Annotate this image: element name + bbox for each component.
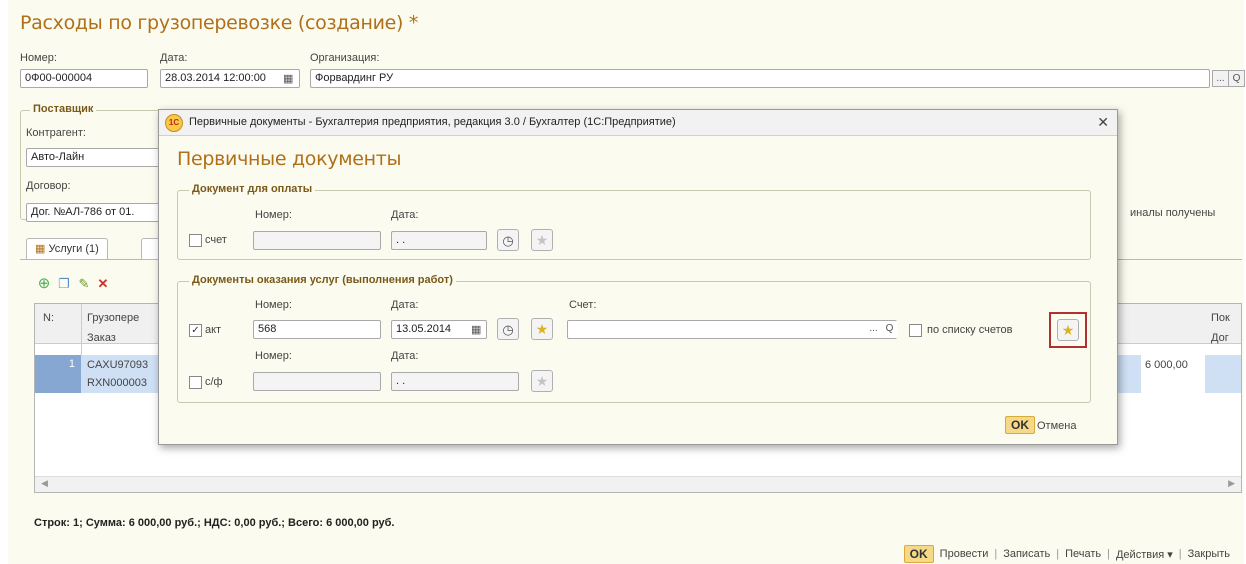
- dialog-heading: Первичные документы: [177, 148, 402, 170]
- column-header-n[interactable]: N:: [43, 312, 54, 324]
- invoice-checkbox-label: счет: [205, 234, 227, 246]
- clock-icon[interactable]: ◷: [497, 229, 519, 251]
- contractor-label: Контрагент:: [26, 127, 86, 139]
- act-number-label: Номер:: [255, 299, 292, 311]
- invoice-date-label: Дата:: [391, 209, 419, 221]
- date-label: Дата:: [160, 52, 188, 64]
- search-icon[interactable]: Q: [1228, 70, 1245, 87]
- close-icon[interactable]: ✕: [1097, 114, 1109, 131]
- act-date-label: Дата:: [391, 299, 419, 311]
- number-field[interactable]: 0Ф00-000004: [20, 69, 148, 88]
- column-header-dog[interactable]: Дог: [1211, 332, 1229, 344]
- scroll-right-icon[interactable]: ▶: [1228, 478, 1235, 489]
- post-button[interactable]: Провести: [940, 548, 989, 560]
- primary-documents-dialog: 1С Первичные документы - Бухгалтерия пре…: [158, 109, 1118, 445]
- column-header-cargo[interactable]: Грузопере: [87, 312, 139, 324]
- separator: |: [1056, 548, 1060, 560]
- number-label: Номер:: [20, 52, 57, 64]
- organization-label: Организация:: [310, 52, 380, 64]
- horizontal-scrollbar[interactable]: [35, 476, 1241, 492]
- close-button[interactable]: Закрыть: [1188, 548, 1230, 560]
- print-button[interactable]: Печать: [1065, 548, 1101, 560]
- services-group-title: Документы оказания услуг (выполнения раб…: [189, 274, 456, 286]
- add-row-icon[interactable]: ⊕: [36, 276, 52, 292]
- star-icon[interactable]: ★: [531, 318, 553, 340]
- row-amount: 6 000,00: [1145, 359, 1188, 371]
- dialog-titlebar[interactable]: 1С Первичные документы - Бухгалтерия пре…: [159, 110, 1117, 136]
- contractor-field[interactable]: Авто-Лайн: [26, 148, 166, 167]
- star-icon[interactable]: ★: [1057, 319, 1079, 341]
- contract-label: Договор:: [26, 180, 71, 192]
- save-button[interactable]: Записать: [1003, 548, 1050, 560]
- sf-number-field[interactable]: [253, 372, 381, 391]
- sf-number-label: Номер:: [255, 350, 292, 362]
- highlighted-star-button[interactable]: ★: [1049, 312, 1087, 348]
- select-ellipsis-icon[interactable]: ...: [1212, 70, 1229, 87]
- contract-field[interactable]: Дог. №АЛ-786 от 01.: [26, 203, 166, 222]
- supplier-group-title: Поставщик: [30, 103, 97, 115]
- actions-button[interactable]: Действия ▾: [1116, 548, 1173, 561]
- account-label: Счет:: [569, 299, 597, 311]
- search-icon[interactable]: Q: [881, 321, 898, 338]
- date-value: 28.03.2014 12:00:00: [165, 72, 266, 84]
- invoice-number-field[interactable]: [253, 231, 381, 250]
- star-icon[interactable]: ★: [531, 229, 553, 251]
- calendar-icon[interactable]: ▦: [471, 323, 481, 336]
- by-list-checkbox[interactable]: [909, 324, 922, 337]
- page-title: Расходы по грузоперевозке (создание) *: [20, 12, 419, 34]
- row-order: RXN000003: [87, 377, 147, 389]
- invoice-number-label: Номер:: [255, 209, 292, 221]
- table-row-number-cell[interactable]: 1: [35, 355, 81, 393]
- table-icon: ▦: [35, 243, 46, 255]
- by-list-label: по списку счетов: [927, 324, 1013, 336]
- payment-group-title: Документ для оплаты: [189, 183, 316, 195]
- separator: |: [994, 548, 998, 560]
- dialog-ok-button[interactable]: OK: [1005, 416, 1035, 434]
- column-header-order[interactable]: Заказ: [87, 332, 116, 344]
- separator: |: [1107, 548, 1110, 560]
- act-number-field[interactable]: 568: [253, 320, 381, 339]
- sf-date-field[interactable]: . .: [391, 372, 519, 391]
- clock-icon[interactable]: ◷: [497, 318, 519, 340]
- app-logo-icon: 1С: [165, 114, 183, 132]
- account-field[interactable]: [567, 320, 897, 339]
- invoice-checkbox[interactable]: [189, 234, 202, 247]
- totals-summary: Строк: 1; Сумма: 6 000,00 руб.; НДС: 0,0…: [34, 517, 395, 529]
- act-checkbox[interactable]: ✓: [189, 324, 202, 337]
- organization-field[interactable]: Форвардинг РУ: [310, 69, 1210, 88]
- tab-services[interactable]: ▦ Услуги (1): [26, 238, 108, 260]
- act-date-value: 13.05.2014: [396, 323, 452, 335]
- dialog-window-title: Первичные документы - Бухгалтерия предпр…: [189, 116, 676, 128]
- act-checkbox-label: акт: [205, 324, 222, 336]
- sf-checkbox-label: с/ф: [205, 376, 223, 388]
- row-cargo: CAXU97093: [87, 359, 149, 371]
- row-number: 1: [68, 358, 75, 370]
- sf-date-label: Дата:: [391, 350, 419, 362]
- bottom-action-bar: OK Провести | Записать | Печать | Действия …: [903, 545, 1230, 563]
- calendar-icon[interactable]: ▦: [283, 72, 293, 85]
- invoice-date-field[interactable]: . .: [391, 231, 487, 250]
- star-icon[interactable]: ★: [531, 370, 553, 392]
- date-field[interactable]: 28.03.2014 12:00:00: [160, 69, 300, 88]
- ok-button[interactable]: OK: [903, 545, 934, 563]
- copy-row-icon[interactable]: ❐: [56, 276, 72, 292]
- tab-services-label: Услуги (1): [48, 243, 99, 255]
- delete-row-icon[interactable]: ✕: [95, 276, 111, 292]
- select-ellipsis-icon[interactable]: ...: [865, 321, 882, 338]
- column-header-pok[interactable]: Пок: [1211, 312, 1230, 324]
- scroll-left-icon[interactable]: ◀: [41, 478, 48, 489]
- edit-row-icon[interactable]: ✎: [76, 276, 92, 292]
- sf-checkbox[interactable]: [189, 376, 202, 389]
- separator: |: [1178, 548, 1182, 560]
- originals-received-label: иналы получены: [1130, 207, 1216, 219]
- dialog-cancel-button[interactable]: Отмена: [1037, 420, 1076, 432]
